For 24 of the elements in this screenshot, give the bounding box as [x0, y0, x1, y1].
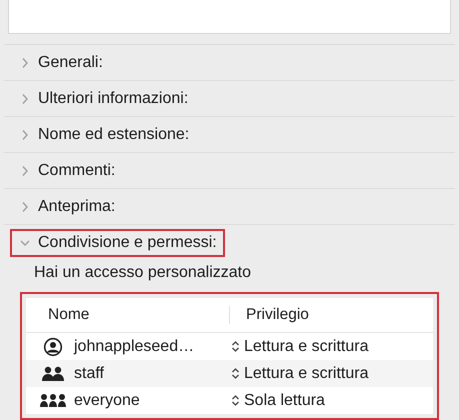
column-header[interactable]: Privilegio: [229, 306, 433, 324]
section-header[interactable]: Nome ed estensione:: [10, 120, 198, 148]
user-name: staff: [74, 364, 104, 382]
privilege-popup[interactable]: Lettura e scrittura: [244, 338, 368, 356]
section-header[interactable]: Ulteriori informazioni:: [10, 84, 196, 112]
section-header[interactable]: Condivisione e permessi:: [10, 228, 225, 256]
user-name: everyone: [74, 392, 140, 410]
chevron-right-icon[interactable]: [20, 56, 30, 68]
privilege-popup[interactable]: Lettura e scrittura: [244, 364, 368, 382]
chevron-right-icon[interactable]: [20, 92, 30, 104]
user-name: johnappleseed…: [74, 338, 194, 356]
column-header[interactable]: Nome: [26, 306, 229, 324]
privilege-popup[interactable]: Sola lettura: [244, 392, 325, 410]
comment-field[interactable]: [8, 0, 451, 34]
stepper-icon[interactable]: [231, 394, 240, 407]
chevron-right-icon[interactable]: [20, 164, 30, 176]
section-header[interactable]: Generali:: [10, 48, 111, 76]
chevron-right-icon[interactable]: [20, 128, 30, 140]
access-status: Hai un accesso personalizzato: [33, 263, 252, 283]
stepper-icon[interactable]: [231, 340, 240, 353]
section-header[interactable]: Commenti:: [10, 156, 124, 184]
stepper-icon[interactable]: [231, 367, 240, 380]
chevron-right-icon[interactable]: [20, 200, 30, 212]
section-header[interactable]: Anteprima:: [10, 192, 124, 220]
